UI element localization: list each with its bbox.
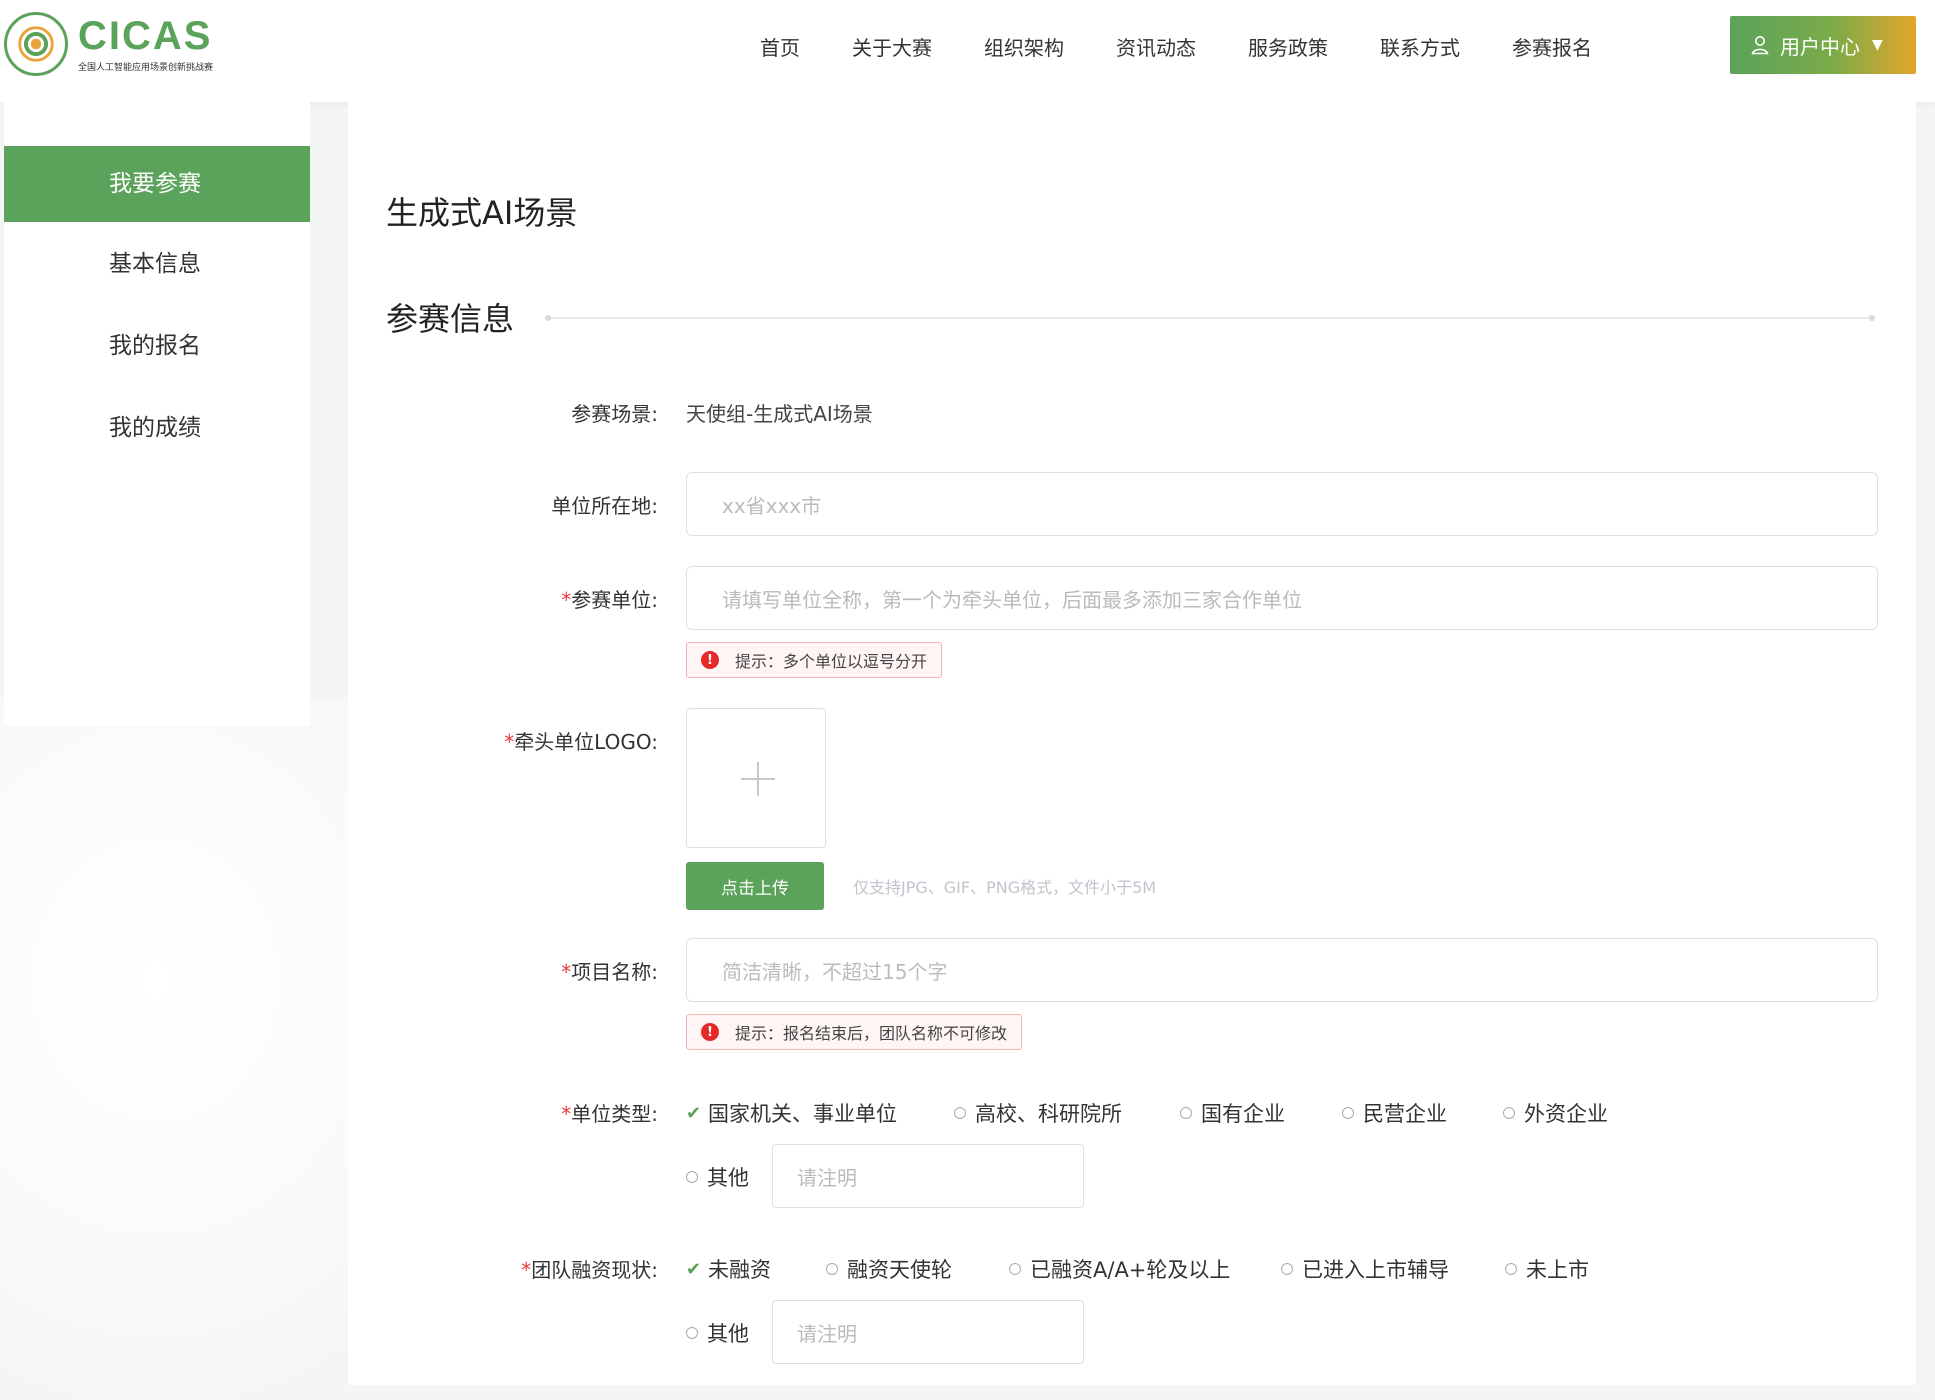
org-type-option-other[interactable]: 其他: [686, 1162, 749, 1192]
upload-tip: 仅支持JPG、GIF、PNG格式，文件小于5M: [853, 878, 1157, 897]
page-title: 生成式AI场景: [386, 194, 578, 232]
org-label: *参赛单位:: [561, 588, 658, 612]
main-panel: 生成式AI场景 参赛信息 参赛场景: 天使组-生成式AI场景 单位所在地: xx…: [348, 102, 1916, 1385]
radio-circle-icon: [1180, 1107, 1192, 1119]
location-input[interactable]: xx省xxx市: [686, 472, 1878, 536]
funding-option-not-listed[interactable]: 未上市: [1505, 1254, 1589, 1284]
user-icon: [1751, 36, 1769, 55]
user-center-button[interactable]: 用户中心 ▼: [1730, 16, 1916, 74]
org-type-other-input[interactable]: 请注明: [772, 1144, 1084, 1208]
top-header: CICAS 全国人工智能应用场景创新挑战赛 首页 关于大赛 组织架构 资讯动态 …: [0, 0, 1935, 102]
funding-option-none[interactable]: ✔ 未融资: [686, 1254, 771, 1284]
sidebar-item-join[interactable]: 我要参赛: [4, 146, 310, 222]
radio-circle-icon: [1505, 1263, 1517, 1275]
nav-policy[interactable]: 服务政策: [1248, 32, 1328, 61]
nav-about[interactable]: 关于大赛: [852, 32, 932, 61]
funding-option-series-a[interactable]: 已融资A/A+轮及以上: [1009, 1254, 1230, 1284]
warning-icon: !: [701, 1023, 719, 1041]
logo-subtitle: 全国人工智能应用场景创新挑战赛: [78, 63, 214, 73]
main-nav: 首页 关于大赛 组织架构 资讯动态 服务政策 联系方式 参赛报名: [760, 0, 1644, 92]
project-label: *项目名称:: [561, 960, 658, 984]
org-type-option-government[interactable]: ✔ 国家机关、事业单位: [686, 1098, 897, 1128]
radio-circle-icon: [1503, 1107, 1515, 1119]
org-type-option-foreign[interactable]: 外资企业: [1503, 1098, 1608, 1128]
location-label: 单位所在地:: [551, 494, 658, 518]
section-divider: [545, 315, 1875, 321]
nav-contact[interactable]: 联系方式: [1380, 32, 1460, 61]
funding-other-input[interactable]: 请注明: [772, 1300, 1084, 1364]
sidebar: 我要参赛 基本信息 我的报名 我的成绩: [4, 102, 310, 726]
radio-circle-icon: [1281, 1263, 1293, 1275]
radio-circle-icon: [1342, 1107, 1354, 1119]
nav-news[interactable]: 资讯动态: [1116, 32, 1196, 61]
org-type-option-private[interactable]: 民营企业: [1342, 1098, 1447, 1128]
funding-option-ipo-tutoring[interactable]: 已进入上市辅导: [1281, 1254, 1449, 1284]
funding-label: *团队融资现状:: [521, 1258, 658, 1282]
org-type-label: *单位类型:: [561, 1102, 658, 1126]
funding-option-angel[interactable]: 融资天使轮: [826, 1254, 952, 1284]
project-name-input[interactable]: 简洁清晰，不超过15个字: [686, 938, 1878, 1002]
scene-label: 参赛场景:: [571, 402, 658, 426]
warning-icon: !: [701, 651, 719, 669]
cicas-logo[interactable]: CICAS 全国人工智能应用场景创新挑战赛: [4, 12, 214, 80]
org-input[interactable]: 请填写单位全称，第一个为牵头单位，后面最多添加三家合作单位: [686, 566, 1878, 630]
radio-circle-icon: [826, 1263, 838, 1275]
org-type-option-state-owned[interactable]: 国有企业: [1180, 1098, 1285, 1128]
logo-upload-area[interactable]: [686, 708, 826, 848]
nav-home[interactable]: 首页: [760, 32, 800, 61]
project-hint: ! 提示：报名结束后，团队名称不可修改: [686, 1014, 1023, 1050]
org-type-option-university[interactable]: 高校、科研院所: [954, 1098, 1122, 1128]
user-center-label: 用户中心: [1780, 34, 1860, 59]
funding-option-other[interactable]: 其他: [686, 1318, 749, 1348]
radio-circle-icon: [954, 1107, 966, 1119]
upload-button[interactable]: 点击上传: [686, 862, 824, 910]
nav-register[interactable]: 参赛报名: [1512, 32, 1592, 61]
logo-text: CICAS: [78, 14, 213, 58]
nav-organization[interactable]: 组织架构: [984, 32, 1064, 61]
check-icon: ✔: [686, 1102, 702, 1124]
sidebar-item-my-registration[interactable]: 我的报名: [4, 308, 310, 384]
check-icon: ✔: [686, 1258, 702, 1280]
section-title: 参赛信息: [386, 300, 515, 338]
sidebar-item-my-scores[interactable]: 我的成绩: [4, 390, 310, 466]
sidebar-item-basic-info[interactable]: 基本信息: [4, 226, 310, 302]
org-hint: ! 提示：多个单位以逗号分开: [686, 642, 943, 678]
caret-down-icon: ▼: [1872, 37, 1883, 53]
radio-circle-icon: [1009, 1263, 1021, 1275]
logo-emblem-icon: [4, 12, 68, 76]
scene-value: 天使组-生成式AI场景: [686, 402, 873, 426]
radio-circle-icon: [686, 1171, 698, 1183]
logo-label: *牵头单位LOGO:: [504, 730, 658, 754]
radio-circle-icon: [686, 1327, 698, 1339]
